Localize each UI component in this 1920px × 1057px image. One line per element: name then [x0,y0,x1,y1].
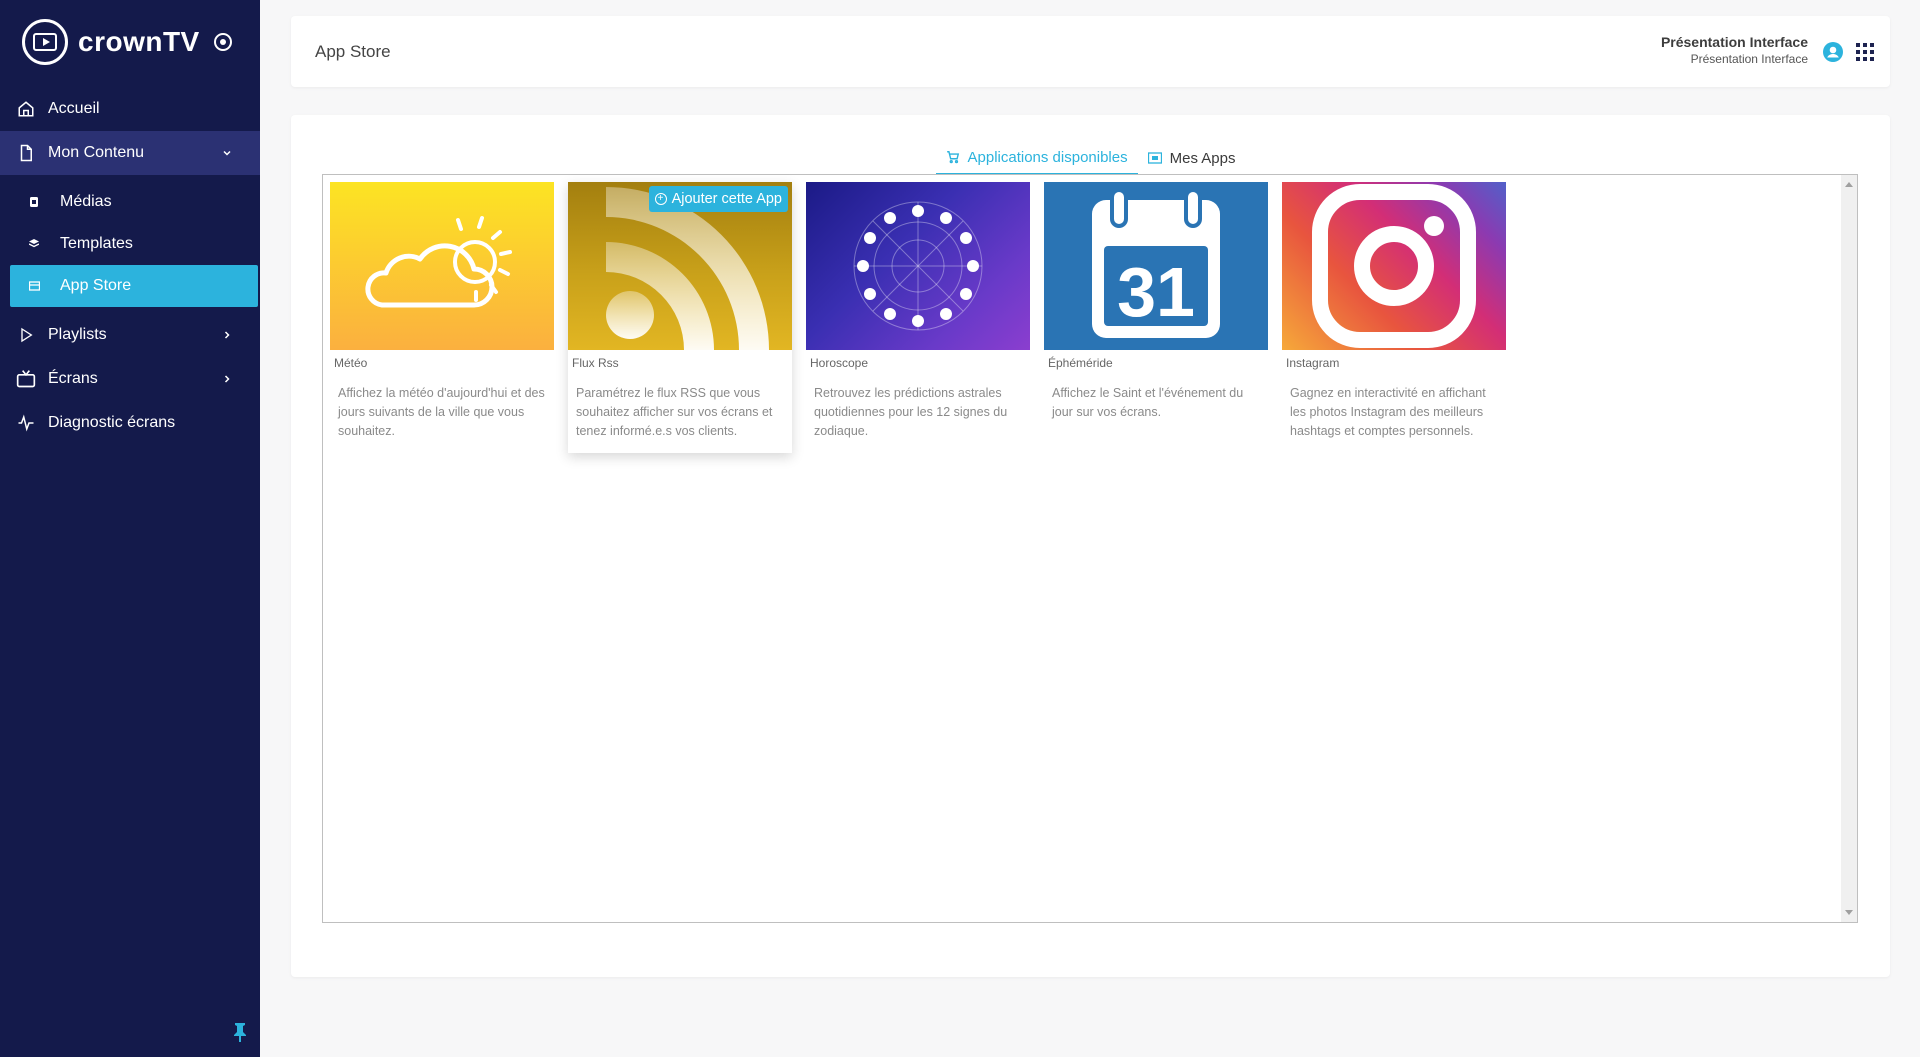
sidebar-item-label: Diagnostic écrans [48,414,176,431]
apps-grid-icon[interactable] [1856,43,1874,61]
app-name: Météo [334,356,368,370]
cart-icon [946,150,960,164]
app-card-horoscope[interactable]: Horoscope Retrouvez les prédictions astr… [806,182,1030,453]
brand-name: crownTV [78,26,200,57]
chevron-right-icon [218,370,236,388]
sidebar-item-label: Templates [60,235,133,252]
rss-icon: + Ajouter cette App [568,182,792,350]
sidebar-item-label: Accueil [48,100,100,117]
add-app-button[interactable]: + Ajouter cette App [648,186,788,212]
app-name: Horoscope [810,356,869,370]
app-description: Affichez le Saint et l'événement du jour… [1052,386,1244,419]
play-icon [16,325,36,345]
sidebar-item-label: App Store [60,277,132,294]
weather-icon [330,182,554,350]
sidebar-item-playlists[interactable]: Playlists [0,313,260,357]
target-icon[interactable] [213,33,232,51]
sidebar: crownTV Accueil Mon Contenu Médias Templ… [0,0,260,1057]
home-icon [16,99,36,119]
sidebar-item-ecrans[interactable]: Écrans [0,357,260,401]
tab-label: Applications disponibles [967,148,1128,166]
document-icon [16,143,36,163]
app-card-meteo[interactable]: Météo Affichez la météo d'aujourd'hui et… [330,182,554,453]
app-icon [1147,151,1162,165]
user-info[interactable]: Présentation Interface Présentation Inte… [1661,34,1808,66]
tab-mes-apps[interactable]: Mes Apps [1138,141,1246,175]
user-subtitle: Présentation Interface [1690,52,1808,66]
scroll-down-icon[interactable] [1845,910,1853,915]
brand[interactable]: crownTV [22,18,232,66]
chevron-down-icon [218,144,236,162]
app-cards: Météo Affichez la météo d'aujourd'hui et… [330,182,1520,453]
app-description: Paramétrez le flux RSS que vous souhaite… [576,386,773,438]
plus-circle-icon: + [654,193,667,205]
brand-logo-icon [22,19,68,65]
page-title: App Store [315,42,391,61]
app-name: Éphéméride [1048,356,1113,370]
sidebar-item-medias[interactable]: Médias [0,181,260,223]
tab-applications-disponibles[interactable]: Applications disponibles [935,141,1138,175]
app-card-ephemeride[interactable]: 31 Éphéméride Affichez le Saint et l'évé… [1044,182,1268,453]
app-card-flux-rss[interactable]: + Ajouter cette App Flux Rss Paramétrez … [568,182,792,453]
app-description: Retrouvez les prédictions astrales quoti… [814,386,1008,438]
app-list-frame: Météo Affichez la météo d'aujourd'hui et… [322,174,1858,923]
sidebar-item-accueil[interactable]: Accueil [0,87,260,131]
tv-icon [16,369,36,389]
scrollbar[interactable] [1841,175,1857,922]
pulse-icon [16,413,36,433]
tabs: Applications disponibles Mes Apps [291,141,1890,175]
pin-icon[interactable] [232,1022,248,1042]
sidebar-item-diagnostic-ecrans[interactable]: Diagnostic écrans [0,401,260,445]
app-name: Flux Rss [572,356,619,370]
store-icon [28,280,40,292]
sidebar-nav: Accueil Mon Contenu Médias Templates App… [0,87,260,445]
calendar-day: 31 [1117,253,1195,331]
app-description: Gagnez en interactivité en affichant les… [1290,386,1486,438]
user-name: Présentation Interface [1660,34,1808,50]
instagram-icon [1282,182,1506,350]
add-app-label: Ajouter cette App [671,191,782,207]
media-icon [28,196,40,208]
sidebar-item-app-store[interactable]: App Store [10,265,258,307]
user-icon[interactable] [1823,42,1843,62]
zodiac-icon [806,182,1030,350]
sidebar-item-label: Médias [60,193,112,210]
sidebar-item-templates[interactable]: Templates [0,223,260,265]
tab-label: Mes Apps [1169,149,1236,167]
calendar-icon: 31 [1044,182,1268,350]
sidebar-item-label: Mon Contenu [48,144,145,161]
app-description: Affichez la météo d'aujourd'hui et des j… [338,386,545,438]
sidebar-item-label: Playlists [48,326,107,343]
top-header: App Store Présentation Interface Présent… [291,16,1890,87]
app-card-instagram[interactable]: Instagram Gagnez en interactivité en aff… [1282,182,1506,453]
sidebar-item-label: Écrans [48,370,98,387]
chevron-right-icon [218,326,236,344]
app-name: Instagram [1286,356,1340,370]
scroll-up-icon[interactable] [1845,182,1853,187]
templates-icon [28,238,40,250]
sidebar-item-mon-contenu[interactable]: Mon Contenu [0,131,260,175]
app-store-panel: Applications disponibles Mes Apps Météo … [291,115,1890,977]
